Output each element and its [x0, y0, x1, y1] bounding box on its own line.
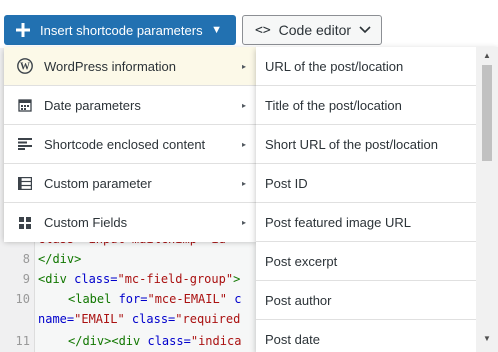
svg-text:W: W: [20, 62, 30, 73]
insert-shortcode-parameters-button[interactable]: Insert shortcode parameters ▼: [4, 15, 236, 45]
submenu-scrollbar[interactable]: ▲ ▼: [476, 47, 498, 352]
scrollbar-thumb[interactable]: [482, 65, 492, 161]
grid-icon: [15, 213, 35, 233]
menu-item-shortcode-enclosed-content[interactable]: Shortcode enclosed content ▸: [4, 125, 256, 164]
submenu-item-title[interactable]: Title of the post/location: [256, 86, 476, 125]
menu-item-custom-parameter[interactable]: Custom parameter ▸: [4, 164, 256, 203]
code-text: "EMAIL": [74, 312, 125, 326]
code-text: class=: [74, 272, 118, 286]
chevron-right-icon: ▸: [241, 139, 246, 149]
code-text: <div: [38, 272, 75, 286]
scroll-up-icon[interactable]: ▲: [483, 51, 491, 60]
line-number: 10: [15, 292, 30, 306]
code-text: for=: [118, 292, 148, 306]
menu-item-custom-fields[interactable]: Custom Fields ▸: [4, 203, 256, 242]
code-text: name=: [38, 312, 75, 326]
caret-down-icon: ▼: [211, 24, 222, 36]
line-number: 9: [22, 272, 30, 286]
menu-item-label: Date parameters: [44, 97, 141, 113]
code-text: "mce-EMAIL": [147, 292, 227, 306]
submenu-item-post-id[interactable]: Post ID: [256, 164, 476, 203]
submenu-item-post-date[interactable]: Post date: [256, 320, 476, 352]
menu-item-label: Custom parameter: [44, 175, 152, 191]
submenu-item-url[interactable]: URL of the post/location: [256, 47, 476, 86]
text-align-icon: [15, 134, 35, 154]
chevron-down-icon: [359, 26, 371, 34]
code-text: "required: [175, 312, 241, 326]
scroll-down-icon[interactable]: ▼: [483, 334, 491, 343]
chevron-right-icon: ▸: [241, 61, 246, 71]
menu-item-date-parameters[interactable]: Date parameters ▸: [4, 86, 256, 125]
chevron-right-icon: ▸: [241, 178, 246, 188]
calendar-icon: [15, 95, 35, 115]
chevron-right-icon: ▸: [241, 218, 246, 227]
code-text: </div>: [38, 252, 82, 266]
menu-item-label: Shortcode enclosed content: [44, 136, 206, 152]
chevron-right-icon: ▸: [241, 100, 246, 110]
submenu-item-featured-image-url[interactable]: Post featured image URL: [256, 203, 476, 242]
line-number: 11: [15, 334, 30, 348]
code-editor-button[interactable]: <> Code editor: [242, 15, 382, 45]
wordpress-icon: W: [15, 56, 35, 76]
code-text: </div><div: [68, 334, 148, 348]
code-text: >: [233, 272, 241, 286]
insert-shortcode-label: Insert shortcode parameters: [40, 22, 203, 38]
submenu-item-short-url[interactable]: Short URL of the post/location: [256, 125, 476, 164]
table-icon: [15, 173, 35, 193]
plus-icon: [16, 23, 30, 37]
code-text: class=: [124, 312, 176, 326]
code-icon: <>: [255, 22, 271, 38]
code-text: class=: [147, 334, 191, 348]
line-number: 8: [22, 252, 30, 266]
menu-item-label: WordPress information: [44, 58, 176, 74]
code-text: "indica: [190, 334, 242, 348]
menu-item-wordpress-information[interactable]: W WordPress information ▸: [4, 47, 256, 86]
menu-item-label: Custom Fields: [44, 215, 128, 230]
code-text: c: [226, 292, 242, 306]
submenu-item-post-excerpt[interactable]: Post excerpt: [256, 242, 476, 281]
code-text: "mc-field-group": [117, 272, 234, 286]
toolbar: Insert shortcode parameters ▼ <> Code ed…: [0, 0, 498, 48]
shortcode-parameters-menu: W WordPress information ▸ Date parameter…: [4, 47, 256, 242]
code-text: <label: [68, 292, 119, 306]
wordpress-information-submenu: URL of the post/location Title of the po…: [256, 47, 498, 352]
code-editor-label: Code editor: [278, 22, 352, 38]
submenu-item-post-author[interactable]: Post author: [256, 281, 476, 320]
